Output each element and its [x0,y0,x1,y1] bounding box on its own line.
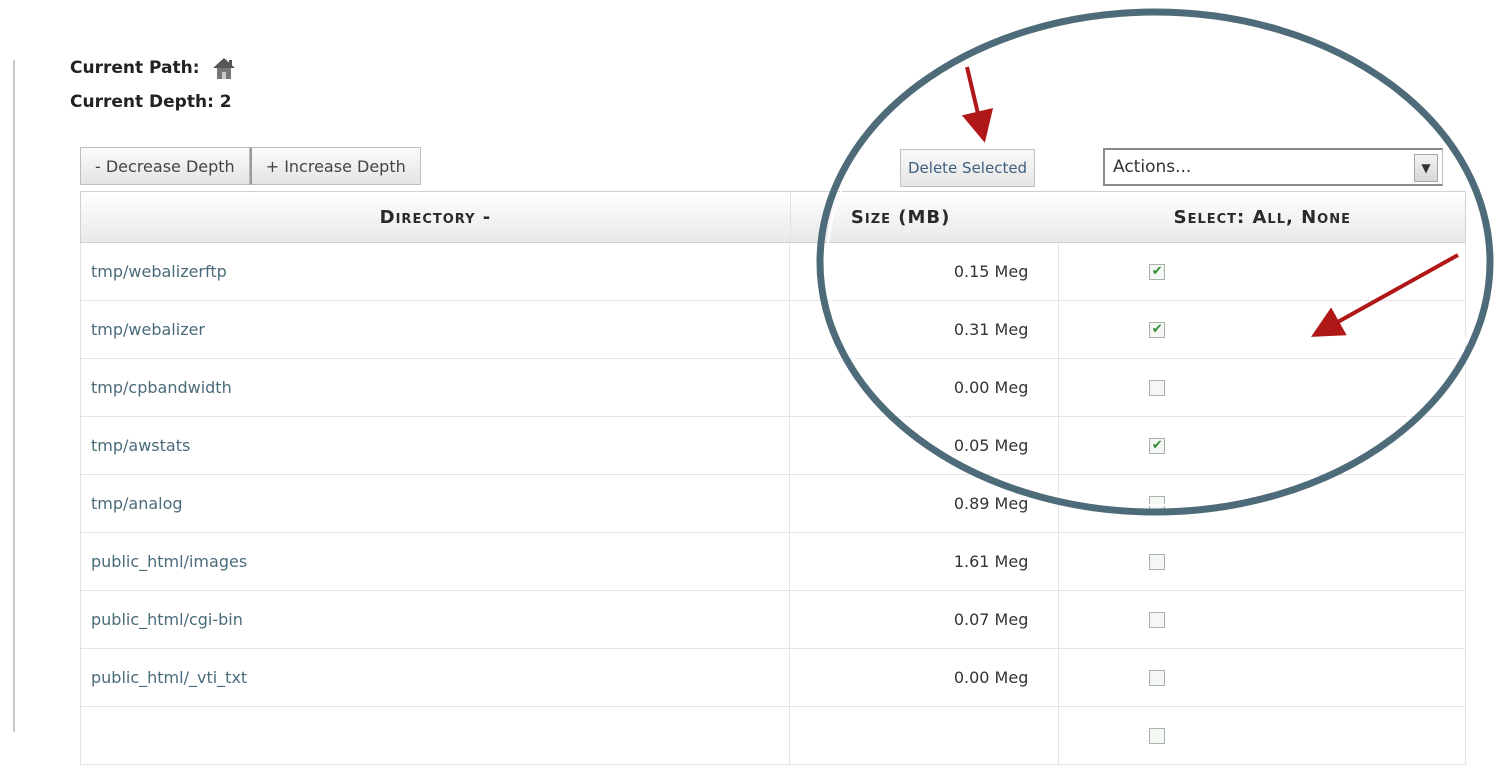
delete-selected-button[interactable]: Delete Selected [900,149,1036,187]
table-row: tmp/webalizer 0.31 Meg ✔ [81,301,1465,359]
size-value: 0.15 Meg [790,243,1060,300]
size-column-header[interactable]: Size (MB) [789,192,1060,242]
directory-link[interactable] [81,707,790,764]
select-checkbox[interactable] [1149,611,1166,628]
directory-table: Directory - Size (MB) Select: All, None … [80,191,1466,765]
directory-link[interactable]: tmp/cpbandwidth [81,359,790,416]
chevron-down-icon[interactable]: ▼ [1414,154,1438,182]
select-checkbox[interactable] [1149,669,1166,686]
select-checkbox[interactable] [1149,727,1166,744]
current-path-label: Current Path: [70,58,200,78]
directory-column-header[interactable]: Directory - [81,192,790,242]
table-header: Directory - Size (MB) Select: All, None [80,191,1466,243]
table-row [81,707,1465,765]
directory-link[interactable]: public_html/images [81,533,790,590]
select-cell: ✔ [1059,301,1465,358]
select-checkbox[interactable]: ✔ [1149,321,1166,338]
arrow-to-delete [961,66,994,143]
select-cell: ✔ [1059,417,1465,474]
directory-link[interactable]: tmp/webalizer [81,301,790,358]
size-value: 0.00 Meg [790,359,1060,416]
size-value: 0.89 Meg [790,475,1060,532]
select-checkbox[interactable] [1149,495,1166,512]
select-checkbox[interactable]: ✔ [1149,437,1166,454]
current-path: Current Path: [70,53,239,83]
table-row: public_html/cgi-bin 0.07 Meg [81,591,1465,649]
directory-link[interactable]: tmp/awstats [81,417,790,474]
select-checkbox[interactable]: ✔ [1149,263,1166,280]
home-icon[interactable] [209,53,239,83]
size-value: 0.00 Meg [790,649,1060,706]
increase-depth-button[interactable]: + Increase Depth [249,147,421,185]
size-value: 1.61 Meg [790,533,1060,590]
directory-link[interactable]: tmp/analog [81,475,790,532]
depth-toolbar: - Decrease Depth + Increase Depth [80,147,421,187]
table-row: tmp/analog 0.89 Meg [81,475,1465,533]
size-value: 0.05 Meg [790,417,1060,474]
table-row: tmp/webalizerftp 0.15 Meg ✔ [81,243,1465,301]
select-checkbox[interactable] [1149,379,1166,396]
table-row: public_html/images 1.61 Meg [81,533,1465,591]
actions-select-value: Actions... [1113,157,1192,177]
select-cell [1059,475,1465,532]
left-border [13,60,15,732]
actions-select[interactable]: Actions... ▼ [1103,148,1443,186]
select-cell: ✔ [1059,243,1465,300]
table-body: tmp/webalizerftp 0.15 Meg ✔ tmp/webalizer 0.… [80,243,1466,765]
size-value [790,707,1060,764]
current-depth: Current Depth: 2 [70,92,232,112]
table-row: tmp/awstats 0.05 Meg ✔ [81,417,1465,475]
select-cell [1059,591,1465,648]
select-column-header[interactable]: Select: All, None [1060,192,1465,242]
directory-link[interactable]: public_html/_vti_txt [81,649,790,706]
directory-link[interactable]: public_html/cgi-bin [81,591,790,648]
size-value: 0.31 Meg [790,301,1060,358]
table-row: public_html/_vti_txt 0.00 Meg [81,649,1465,707]
decrease-depth-button[interactable]: - Decrease Depth [80,147,250,185]
select-cell [1059,649,1465,706]
directory-link[interactable]: tmp/webalizerftp [81,243,790,300]
size-value: 0.07 Meg [790,591,1060,648]
table-row: tmp/cpbandwidth 0.00 Meg [81,359,1465,417]
select-cell [1059,533,1465,590]
select-cell [1059,707,1465,764]
select-checkbox[interactable] [1149,553,1166,570]
select-cell [1059,359,1465,416]
